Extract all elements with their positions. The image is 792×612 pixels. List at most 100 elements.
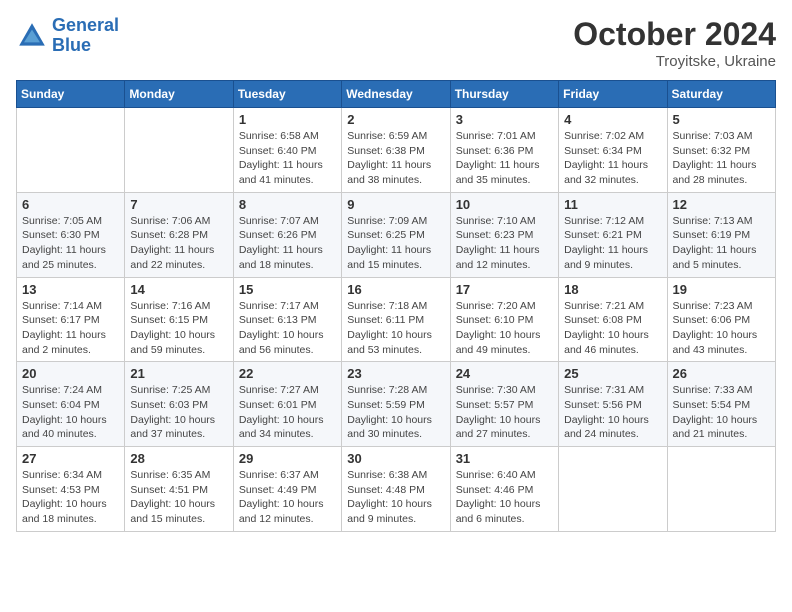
day-info: Sunrise: 7:17 AMSunset: 6:13 PMDaylight:… [239,299,336,358]
calendar-cell: 13 Sunrise: 7:14 AMSunset: 6:17 PMDayligh… [17,277,125,362]
day-info: Sunrise: 7:01 AMSunset: 6:36 PMDaylight:… [456,129,553,188]
day-of-week-header: Saturday [667,81,775,108]
day-number: 4 [564,112,661,127]
day-info: Sunrise: 6:58 AMSunset: 6:40 PMDaylight:… [239,129,336,188]
day-info: Sunrise: 7:25 AMSunset: 6:03 PMDaylight:… [130,383,227,442]
day-number: 2 [347,112,444,127]
calendar-cell: 19Sunrise: 7:23 AMSunset: 6:06 PMDayligh… [667,277,775,362]
day-number: 21 [130,366,227,381]
calendar-week-row: 27 Sunrise: 6:34 AMSunset: 4:53 PMDayligh… [17,447,776,532]
day-number: 26 [673,366,770,381]
day-info: Sunrise: 7:21 AMSunset: 6:08 PMDaylight:… [564,299,661,358]
day-info: Sunrise: 7:12 AMSunset: 6:21 PMDaylight:… [564,214,661,273]
day-of-week-header: Thursday [450,81,558,108]
calendar-week-row: 20 Sunrise: 7:24 AMSunset: 6:04 PMDayligh… [17,362,776,447]
day-of-week-header: Wednesday [342,81,450,108]
day-number: 17 [456,282,553,297]
calendar-cell: 22 Sunrise: 7:27 AMSunset: 6:01 PMDayligh… [233,362,341,447]
day-info: Sunrise: 7:27 AMSunset: 6:01 PMDaylight:… [239,383,336,442]
calendar-cell [17,108,125,193]
calendar-week-row: 13 Sunrise: 7:14 AMSunset: 6:17 PMDayligh… [17,277,776,362]
day-number: 10 [456,197,553,212]
day-number: 27 [22,451,119,466]
calendar-cell: 14 Sunrise: 7:16 AMSunset: 6:15 PMDayligh… [125,277,233,362]
day-info: Sunrise: 6:34 AMSunset: 4:53 PMDaylight:… [22,468,119,527]
day-info: Sunrise: 7:28 AMSunset: 5:59 PMDaylight:… [347,383,444,442]
page-header: General Blue October 2024 Troyitske, Ukr… [16,16,776,70]
calendar-cell: 26 Sunrise: 7:33 AMSunset: 5:54 PMDayligh… [667,362,775,447]
day-info: Sunrise: 7:06 AMSunset: 6:28 PMDaylight:… [130,214,227,273]
calendar-cell: 20 Sunrise: 7:24 AMSunset: 6:04 PMDayligh… [17,362,125,447]
day-info: Sunrise: 7:02 AMSunset: 6:34 PMDaylight:… [564,129,661,188]
calendar-cell: 1 Sunrise: 6:58 AMSunset: 6:40 PMDaylight… [233,108,341,193]
day-info: Sunrise: 7:24 AMSunset: 6:04 PMDaylight:… [22,383,119,442]
day-info: Sunrise: 7:09 AMSunset: 6:25 PMDaylight:… [347,214,444,273]
day-info: Sunrise: 7:13 AMSunset: 6:19 PMDaylight:… [673,214,770,273]
day-number: 15 [239,282,336,297]
day-number: 11 [564,197,661,212]
day-number: 12 [673,197,770,212]
calendar-cell: 29Sunrise: 6:37 AMSunset: 4:49 PMDayligh… [233,447,341,532]
day-number: 30 [347,451,444,466]
day-info: Sunrise: 7:30 AMSunset: 5:57 PMDaylight:… [456,383,553,442]
day-number: 14 [130,282,227,297]
logo-line2: Blue [52,35,91,55]
day-info: Sunrise: 7:23 AMSunset: 6:06 PMDaylight:… [673,299,770,358]
day-number: 13 [22,282,119,297]
day-info: Sunrise: 7:03 AMSunset: 6:32 PMDaylight:… [673,129,770,188]
day-number: 1 [239,112,336,127]
day-info: Sunrise: 6:37 AMSunset: 4:49 PMDaylight:… [239,468,336,527]
calendar-cell: 3 Sunrise: 7:01 AMSunset: 6:36 PMDaylight… [450,108,558,193]
calendar-cell: 23 Sunrise: 7:28 AMSunset: 5:59 PMDayligh… [342,362,450,447]
calendar-cell: 4 Sunrise: 7:02 AMSunset: 6:34 PMDaylight… [559,108,667,193]
day-info: Sunrise: 7:10 AMSunset: 6:23 PMDaylight:… [456,214,553,273]
day-number: 6 [22,197,119,212]
day-info: Sunrise: 7:07 AMSunset: 6:26 PMDaylight:… [239,214,336,273]
day-number: 7 [130,197,227,212]
day-number: 3 [456,112,553,127]
calendar-cell: 21 Sunrise: 7:25 AMSunset: 6:03 PMDayligh… [125,362,233,447]
calendar-cell: 24 Sunrise: 7:30 AMSunset: 5:57 PMDayligh… [450,362,558,447]
calendar-cell: 8 Sunrise: 7:07 AMSunset: 6:26 PMDaylight… [233,192,341,277]
day-of-week-header: Monday [125,81,233,108]
day-info: Sunrise: 6:40 AMSunset: 4:46 PMDaylight:… [456,468,553,527]
day-info: Sunrise: 7:05 AMSunset: 6:30 PMDaylight:… [22,214,119,273]
day-number: 8 [239,197,336,212]
day-number: 25 [564,366,661,381]
calendar-cell: 31Sunrise: 6:40 AMSunset: 4:46 PMDayligh… [450,447,558,532]
calendar-cell: 30 Sunrise: 6:38 AMSunset: 4:48 PMDayligh… [342,447,450,532]
day-info: Sunrise: 7:18 AMSunset: 6:11 PMDaylight:… [347,299,444,358]
day-info: Sunrise: 7:20 AMSunset: 6:10 PMDaylight:… [456,299,553,358]
day-number: 20 [22,366,119,381]
calendar-cell: 25 Sunrise: 7:31 AMSunset: 5:56 PMDayligh… [559,362,667,447]
day-number: 22 [239,366,336,381]
day-info: Sunrise: 6:35 AMSunset: 4:51 PMDaylight:… [130,468,227,527]
location: Troyitske, Ukraine [573,53,776,70]
calendar-cell: 9Sunrise: 7:09 AMSunset: 6:25 PMDaylight… [342,192,450,277]
day-number: 18 [564,282,661,297]
calendar-cell: 18 Sunrise: 7:21 AMSunset: 6:08 PMDayligh… [559,277,667,362]
calendar-cell: 16 Sunrise: 7:18 AMSunset: 6:11 PMDayligh… [342,277,450,362]
calendar-cell: 17 Sunrise: 7:20 AMSunset: 6:10 PMDayligh… [450,277,558,362]
day-number: 16 [347,282,444,297]
title-section: October 2024 Troyitske, Ukraine [573,16,776,70]
day-of-week-header: Tuesday [233,81,341,108]
calendar-cell: 7 Sunrise: 7:06 AMSunset: 6:28 PMDaylight… [125,192,233,277]
day-number: 23 [347,366,444,381]
day-of-week-header: Sunday [17,81,125,108]
day-info: Sunrise: 7:16 AMSunset: 6:15 PMDaylight:… [130,299,227,358]
day-number: 24 [456,366,553,381]
calendar-cell: 15 Sunrise: 7:17 AMSunset: 6:13 PMDayligh… [233,277,341,362]
day-info: Sunrise: 7:31 AMSunset: 5:56 PMDaylight:… [564,383,661,442]
day-info: Sunrise: 6:38 AMSunset: 4:48 PMDaylight:… [347,468,444,527]
calendar-cell: 2Sunrise: 6:59 AMSunset: 6:38 PMDaylight… [342,108,450,193]
logo-icon [16,20,48,52]
calendar-cell [125,108,233,193]
calendar-cell: 5Sunrise: 7:03 AMSunset: 6:32 PMDaylight… [667,108,775,193]
day-info: Sunrise: 7:14 AMSunset: 6:17 PMDaylight:… [22,299,119,358]
calendar-table: SundayMondayTuesdayWednesdayThursdayFrid… [16,80,776,532]
month-title: October 2024 [573,16,776,53]
logo-text: General Blue [52,16,119,56]
day-info: Sunrise: 7:33 AMSunset: 5:54 PMDaylight:… [673,383,770,442]
calendar-cell: 28Sunrise: 6:35 AMSunset: 4:51 PMDayligh… [125,447,233,532]
